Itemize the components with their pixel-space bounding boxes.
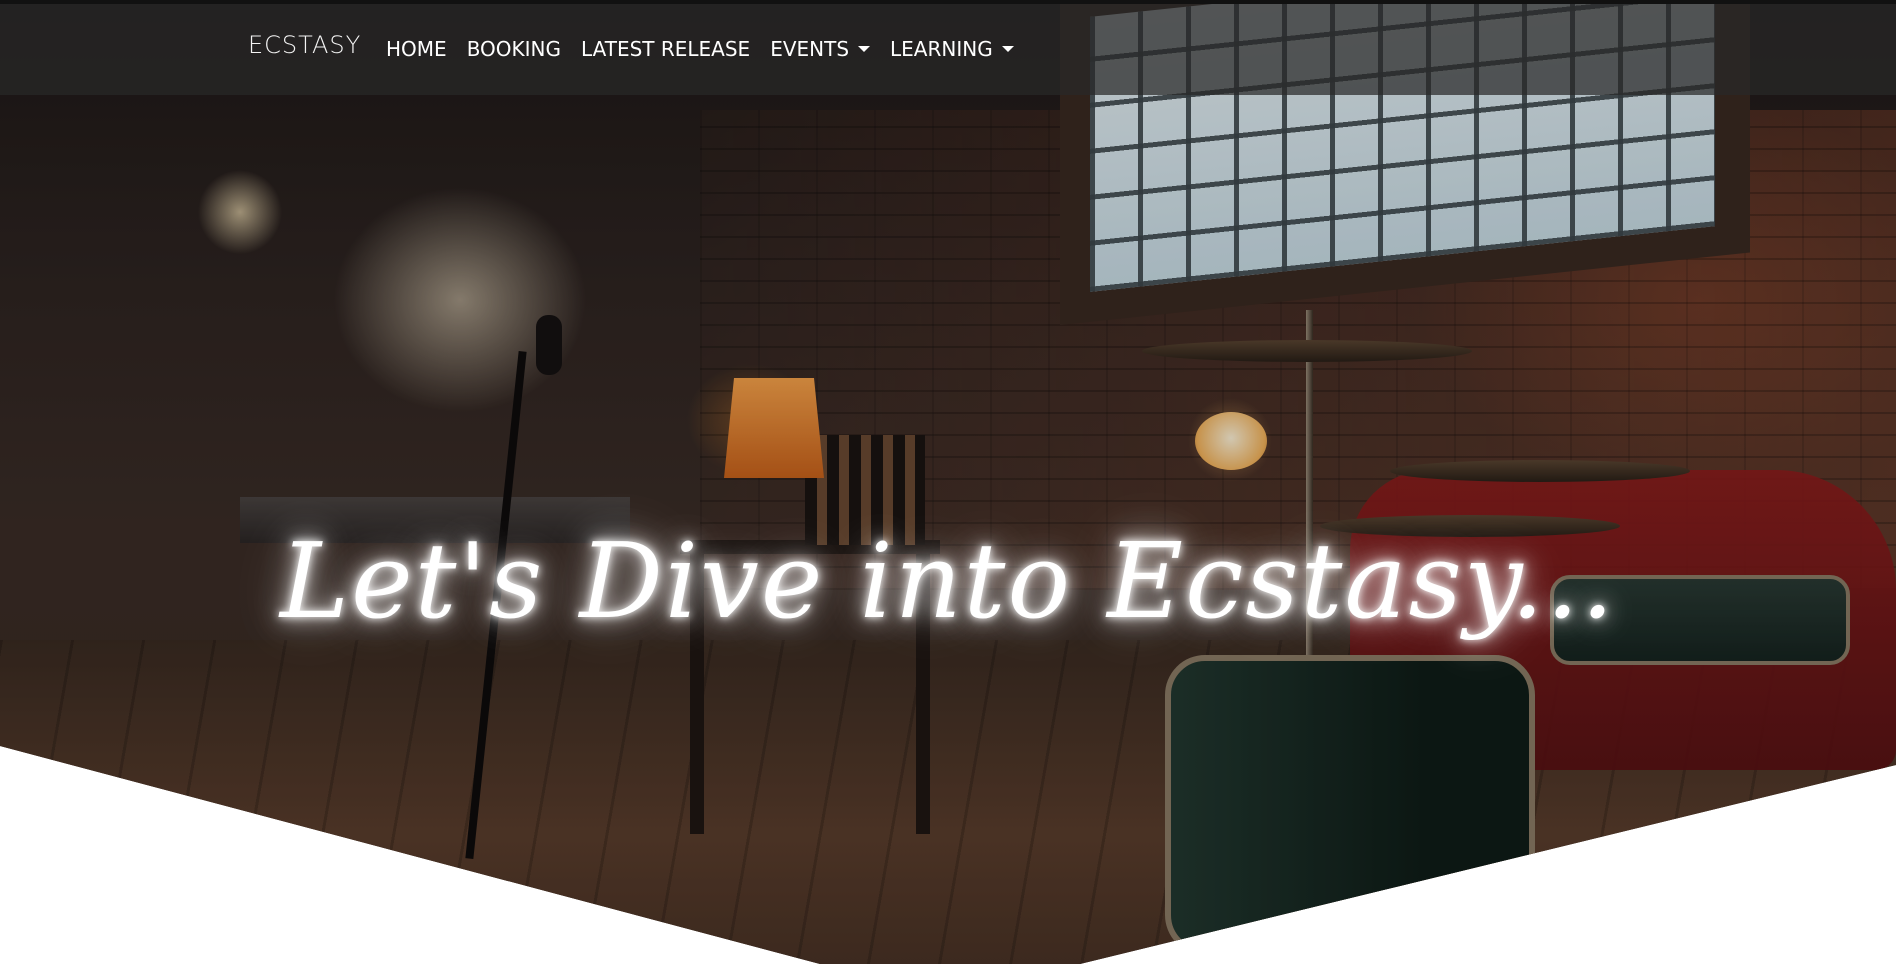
- brand-logo[interactable]: ECSTASY: [248, 31, 361, 59]
- nav-item-booking[interactable]: BOOKING: [467, 37, 561, 61]
- nav-item-label: BOOKING: [466, 37, 562, 61]
- nav-item-label: EVENTS: [770, 37, 850, 61]
- nav-menu: HOME BOOKING LATEST RELEASE EVENTS LEARN…: [386, 37, 1034, 61]
- hero-background-image: [0, 0, 1896, 964]
- nav-item-home[interactable]: HOME: [386, 37, 447, 61]
- hero-title: Let's Dive into Ecstasy...: [280, 520, 1616, 642]
- caret-down-icon: [1001, 46, 1014, 52]
- nav-item-label: HOME: [386, 37, 447, 61]
- hero-overlay: [0, 0, 1896, 964]
- nav-item-learning[interactable]: LEARNING: [890, 37, 1014, 61]
- page: ECSTASY HOME BOOKING LATEST RELEASE EVEN…: [0, 0, 1896, 964]
- caret-down-icon: [858, 46, 871, 52]
- nav-item-label: LATEST RELEASE: [581, 37, 751, 61]
- nav-item-label: LEARNING: [890, 37, 993, 61]
- top-navbar: ECSTASY HOME BOOKING LATEST RELEASE EVEN…: [0, 0, 1896, 95]
- nav-item-events[interactable]: EVENTS: [770, 37, 871, 61]
- nav-item-latest-release[interactable]: LATEST RELEASE: [581, 37, 750, 61]
